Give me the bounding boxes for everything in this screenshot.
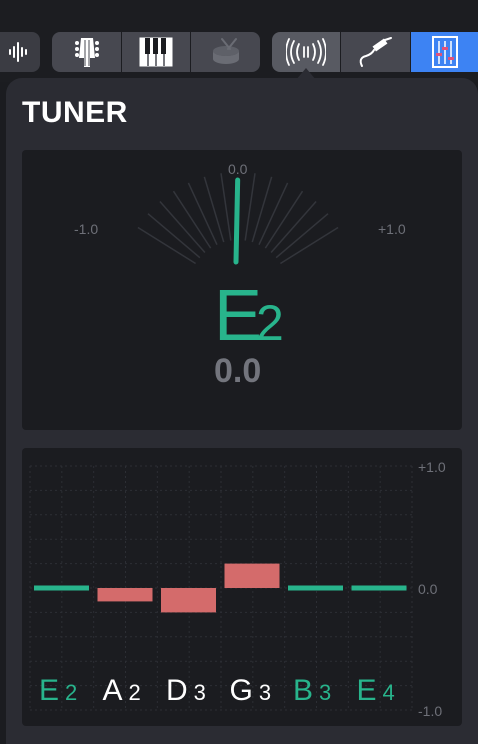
piano-keys-icon [139,37,173,67]
string-letter: A [102,674,123,707]
tuner-button[interactable] [272,32,340,72]
instrument-cable-icon [359,37,392,67]
string-letter: G [229,674,253,707]
mixer-button[interactable] [411,32,478,72]
input-cable-button[interactable] [341,32,410,72]
meter-tick [244,173,256,241]
string-octave: 3 [193,680,206,705]
detected-note-letter: E [214,276,263,356]
mixer-fader-icon [431,36,458,68]
string-deviation-bar [161,588,216,613]
string-letter: E [39,674,60,707]
string-deviation-bar [288,585,343,591]
string-label: G3 [230,676,272,706]
y-top-label: +1.0 [418,459,446,475]
meter-right-label: +1.0 [378,221,406,237]
string-letter: D [166,674,188,707]
string-label: D3 [166,676,206,706]
y-bottom-label: -1.0 [418,703,443,719]
string-letter: E [356,674,377,707]
meter-tick [251,176,273,243]
meter-tick [203,176,225,243]
string-octave: 3 [319,680,332,705]
string-octave: 4 [382,680,395,705]
waveform-button[interactable] [0,32,40,72]
meter-needle [233,177,241,265]
string-deviation-panel: +1.0 0.0 -1.0 E2A2D3G3B3E4 [22,448,462,726]
guitar-button[interactable] [52,32,121,72]
string-deviation-bar [351,585,407,591]
string-deviation-bar [97,588,153,602]
guitar-headstock-icon [74,38,99,67]
string-octave: 3 [258,680,272,705]
detected-note-octave: 2 [256,295,284,351]
tuner-meter: 0.0 -1.0 +1.0 E 2 0.0 [22,150,462,430]
meter-center-label: 0.0 [228,161,248,177]
tuner-broadcast-icon [286,38,326,66]
panel-title: TUNER [22,96,128,129]
piano-button[interactable] [122,32,190,72]
string-label: E2 [39,676,77,706]
waveform-icon [9,42,27,62]
drum-button[interactable] [191,32,260,72]
string-deviation-bar [34,585,89,591]
meter-left-label: -1.0 [74,221,99,237]
string-label: B3 [293,676,331,706]
string-octave: 2 [128,680,141,705]
cents-readout: 0.0 [214,352,262,390]
drum-icon [212,38,239,64]
string-label: E4 [357,676,395,706]
string-letter: B [293,674,314,707]
string-label: A2 [103,676,141,706]
string-deviation-bar [224,563,280,588]
string-octave: 2 [65,680,78,705]
meter-tick [220,173,232,241]
y-mid-label: 0.0 [418,581,438,597]
instrument-toolbar [0,0,478,82]
